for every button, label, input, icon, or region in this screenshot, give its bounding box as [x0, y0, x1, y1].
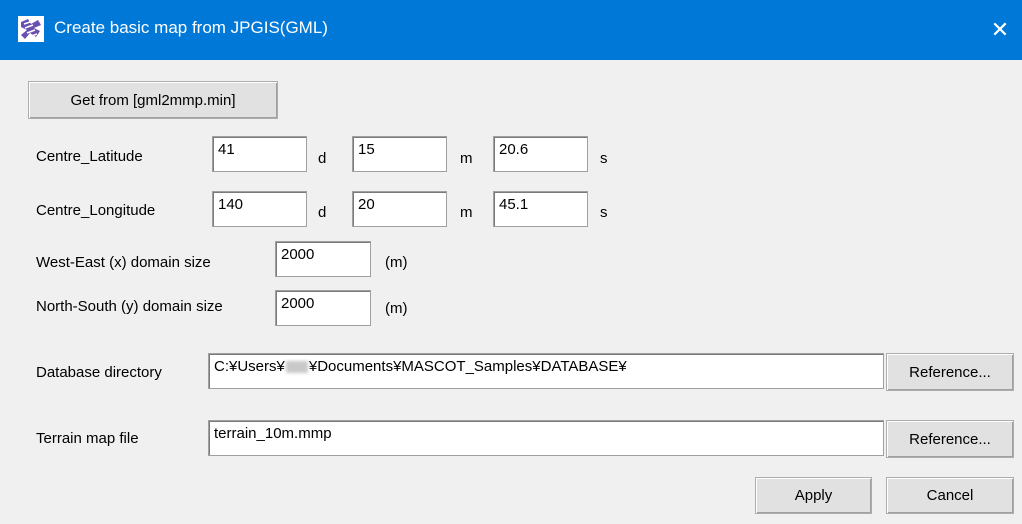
- database-reference-button[interactable]: Reference...: [886, 353, 1014, 391]
- cancel-button[interactable]: Cancel: [886, 477, 1014, 514]
- latitude-degrees-unit: d: [318, 150, 327, 167]
- app-logo-icon: [18, 16, 44, 42]
- north-south-size-unit: (m): [385, 300, 408, 317]
- longitude-degrees-unit: d: [318, 204, 327, 221]
- title-bar[interactable]: Create basic map from JPGIS(GML) ✕: [0, 0, 1022, 60]
- west-east-size-field[interactable]: 2000: [275, 241, 371, 277]
- west-east-size-label: West-East (x) domain size: [36, 254, 211, 271]
- database-path-prefix: C:¥Users¥: [214, 358, 285, 375]
- terrain-map-file-field[interactable]: terrain_10m.mmp: [208, 420, 884, 456]
- longitude-degrees-field[interactable]: 140: [212, 191, 307, 227]
- database-path-suffix: ¥Documents¥MASCOT_Samples¥DATABASE¥: [308, 358, 627, 375]
- terrain-map-file-label: Terrain map file: [36, 430, 139, 447]
- latitude-seconds-field[interactable]: 20.6: [493, 136, 588, 172]
- latitude-degrees-field[interactable]: 41: [212, 136, 307, 172]
- latitude-seconds-unit: s: [600, 150, 608, 167]
- window-title: Create basic map from JPGIS(GML): [54, 18, 328, 37]
- get-from-gml2mmp-button[interactable]: Get from [gml2mmp.min]: [28, 81, 278, 119]
- longitude-seconds-field[interactable]: 45.1: [493, 191, 588, 227]
- latitude-minutes-unit: m: [460, 150, 473, 167]
- longitude-minutes-unit: m: [460, 204, 473, 221]
- latitude-minutes-field[interactable]: 15: [352, 136, 447, 172]
- longitude-seconds-unit: s: [600, 204, 608, 221]
- redacted-username: [285, 361, 308, 374]
- north-south-size-label: North-South (y) domain size: [36, 298, 223, 315]
- centre-latitude-label: Centre_Latitude: [36, 148, 143, 165]
- apply-button[interactable]: Apply: [755, 477, 872, 514]
- database-directory-label: Database directory: [36, 364, 162, 381]
- centre-longitude-label: Centre_Longitude: [36, 202, 156, 219]
- close-button[interactable]: ✕: [978, 0, 1022, 60]
- north-south-size-field[interactable]: 2000: [275, 290, 371, 326]
- longitude-minutes-field[interactable]: 20: [352, 191, 447, 227]
- close-icon: ✕: [990, 17, 1010, 42]
- dialog-window: Create basic map from JPGIS(GML) ✕ Get f…: [0, 0, 1022, 524]
- database-directory-field[interactable]: C:¥Users¥ ¥Documents¥MASCOT_Samples¥DATAB…: [208, 353, 884, 389]
- west-east-size-unit: (m): [385, 254, 408, 271]
- terrain-reference-button[interactable]: Reference...: [886, 420, 1014, 458]
